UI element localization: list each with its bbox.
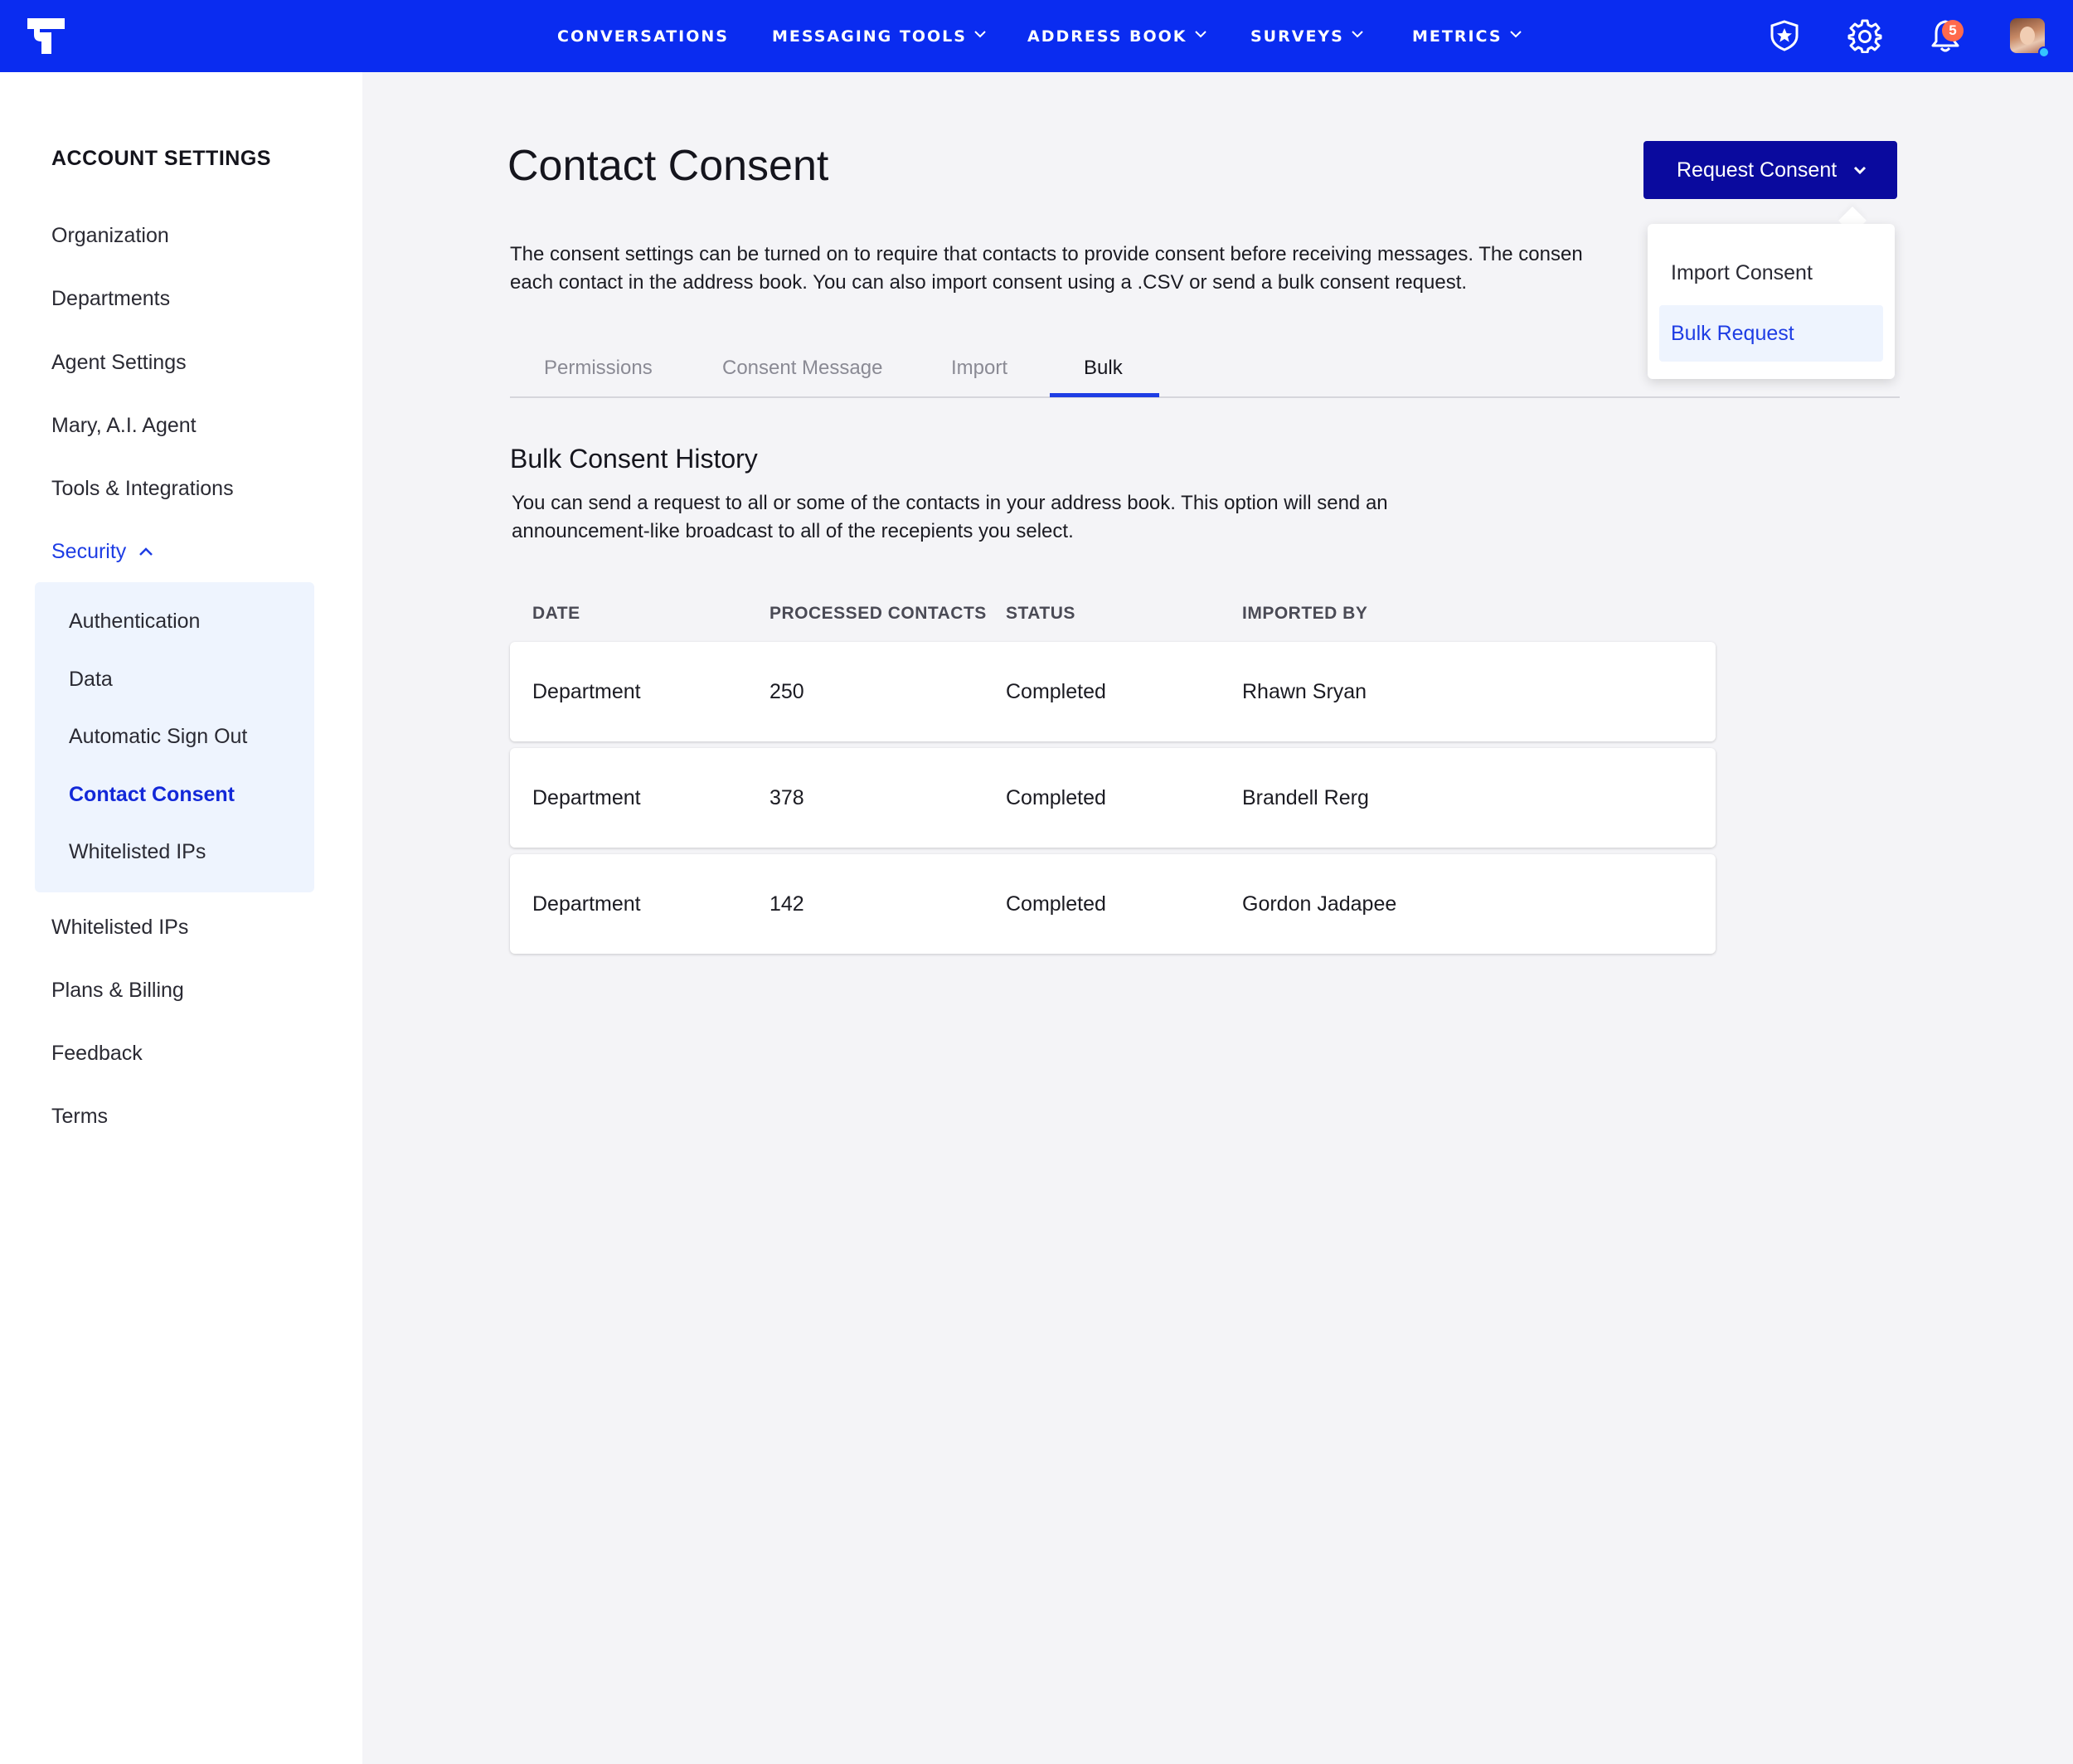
sidebar-item-feedback[interactable]: Feedback	[51, 1042, 143, 1066]
nav-surveys[interactable]: SURVEYS	[1250, 0, 1364, 72]
cell-status: Completed	[1006, 679, 1106, 703]
tab-consent-message[interactable]: Consent Message	[722, 357, 882, 380]
page-title: Contact Consent	[507, 142, 829, 190]
nav-metrics[interactable]: METRICS	[1412, 0, 1522, 72]
sidebar-item-tools-integrations[interactable]: Tools & Integrations	[51, 477, 234, 501]
sidebar-subitem-whitelisted-ips[interactable]: Whitelisted IPs	[69, 840, 206, 864]
chevron-down-icon	[974, 30, 986, 37]
sidebar-subitem-data[interactable]: Data	[69, 668, 113, 692]
cell-date: Department	[532, 892, 641, 916]
nav-label: SURVEYS	[1250, 27, 1344, 46]
description-line: The consent settings can be turned on to…	[510, 243, 1583, 265]
shield-star-button[interactable]	[1765, 17, 1804, 55]
cell-date: Department	[532, 679, 641, 703]
settings-sidebar: ACCOUNT SETTINGS Organization Department…	[0, 72, 362, 1764]
nav-messaging-tools[interactable]: MESSAGING TOOLS	[772, 0, 987, 72]
gear-icon	[1847, 19, 1882, 53]
sidebar-item-plans-billing[interactable]: Plans & Billing	[51, 979, 184, 1003]
table-row[interactable]: Department 378 Completed Brandell Rerg	[510, 748, 1716, 848]
nav-label: CONVERSATIONS	[557, 27, 729, 46]
section-title: Bulk Consent History	[510, 444, 758, 474]
sidebar-subitem-automatic-sign-out[interactable]: Automatic Sign Out	[69, 725, 247, 749]
notification-badge: 5	[1942, 20, 1964, 41]
nav-label: ADDRESS BOOK	[1027, 27, 1187, 46]
active-tab-indicator	[1050, 393, 1159, 397]
app-logo[interactable]	[27, 18, 65, 54]
sidebar-item-organization[interactable]: Organization	[51, 224, 169, 248]
nav-conversations[interactable]: CONVERSATIONS	[557, 0, 729, 72]
chevron-up-icon	[139, 547, 153, 556]
dropdown-item-bulk-request[interactable]: Bulk Request	[1659, 305, 1883, 362]
description-line: You can send a request to all or some of…	[512, 492, 1388, 514]
sidebar-item-agent-settings[interactable]: Agent Settings	[51, 351, 187, 375]
sidebar-item-whitelisted-ips[interactable]: Whitelisted IPs	[51, 916, 188, 940]
avatar-face	[2020, 27, 2035, 45]
sidebar-subitem-contact-consent[interactable]: Contact Consent	[69, 783, 235, 807]
column-header-status: STATUS	[1006, 604, 1075, 623]
section-description: You can send a request to all or some of…	[512, 489, 1507, 546]
sidebar-item-security[interactable]: Security	[51, 540, 154, 564]
cell-processed-contacts: 250	[769, 679, 804, 703]
tab-import[interactable]: Import	[951, 357, 1007, 380]
sidebar-subitem-authentication[interactable]: Authentication	[69, 610, 200, 634]
user-avatar[interactable]	[2010, 18, 2050, 58]
settings-button[interactable]	[1846, 17, 1884, 55]
sidebar-item-terms[interactable]: Terms	[51, 1105, 108, 1129]
column-header-imported-by: IMPORTED BY	[1242, 604, 1368, 623]
chevron-down-icon	[1352, 30, 1363, 37]
dropdown-item-import-consent[interactable]: Import Consent	[1659, 245, 1883, 301]
column-header-date: DATE	[532, 604, 580, 623]
chevron-down-icon	[1194, 30, 1206, 37]
tab-permissions[interactable]: Permissions	[544, 357, 653, 380]
top-nav-bar: CONVERSATIONS MESSAGING TOOLS ADDRESS BO…	[0, 0, 2073, 72]
cell-status: Completed	[1006, 892, 1106, 916]
request-consent-dropdown: Import Consent Bulk Request	[1648, 224, 1895, 379]
cell-processed-contacts: 378	[769, 785, 804, 809]
table-row[interactable]: Department 142 Completed Gordon Jadapee	[510, 854, 1716, 954]
nav-label: MESSAGING TOOLS	[772, 27, 967, 46]
column-header-processed-contacts: PROCESSED CONTACTS	[769, 604, 987, 623]
tab-bulk[interactable]: Bulk	[1084, 357, 1123, 380]
online-status-dot	[2038, 46, 2050, 58]
sidebar-item-label: Security	[51, 540, 127, 563]
cell-imported-by: Brandell Rerg	[1242, 785, 1369, 809]
cell-date: Department	[532, 785, 641, 809]
cell-imported-by: Gordon Jadapee	[1242, 892, 1397, 916]
page-description: The consent settings can be turned on to…	[510, 241, 1654, 297]
description-line: announcement-like broadcast to all of th…	[512, 520, 1074, 542]
cell-imported-by: Rhawn Sryan	[1242, 679, 1367, 703]
nav-label: METRICS	[1412, 27, 1503, 46]
shield-star-icon	[1770, 20, 1799, 51]
request-consent-button[interactable]: Request Consent	[1643, 141, 1897, 199]
request-consent-label: Request Consent	[1677, 158, 1838, 182]
description-line: each contact in the address book. You ca…	[510, 271, 1468, 294]
chevron-down-icon	[1509, 30, 1522, 37]
sidebar-item-ai-agent[interactable]: Mary, A.I. Agent	[51, 414, 197, 438]
cell-processed-contacts: 142	[769, 892, 804, 916]
cell-status: Completed	[1006, 785, 1106, 809]
sidebar-title: ACCOUNT SETTINGS	[51, 147, 271, 170]
table-row[interactable]: Department 250 Completed Rhawn Sryan	[510, 642, 1716, 741]
sidebar-item-departments[interactable]: Departments	[51, 287, 170, 311]
nav-address-book[interactable]: ADDRESS BOOK	[1027, 0, 1207, 72]
chevron-down-icon	[1853, 166, 1867, 175]
